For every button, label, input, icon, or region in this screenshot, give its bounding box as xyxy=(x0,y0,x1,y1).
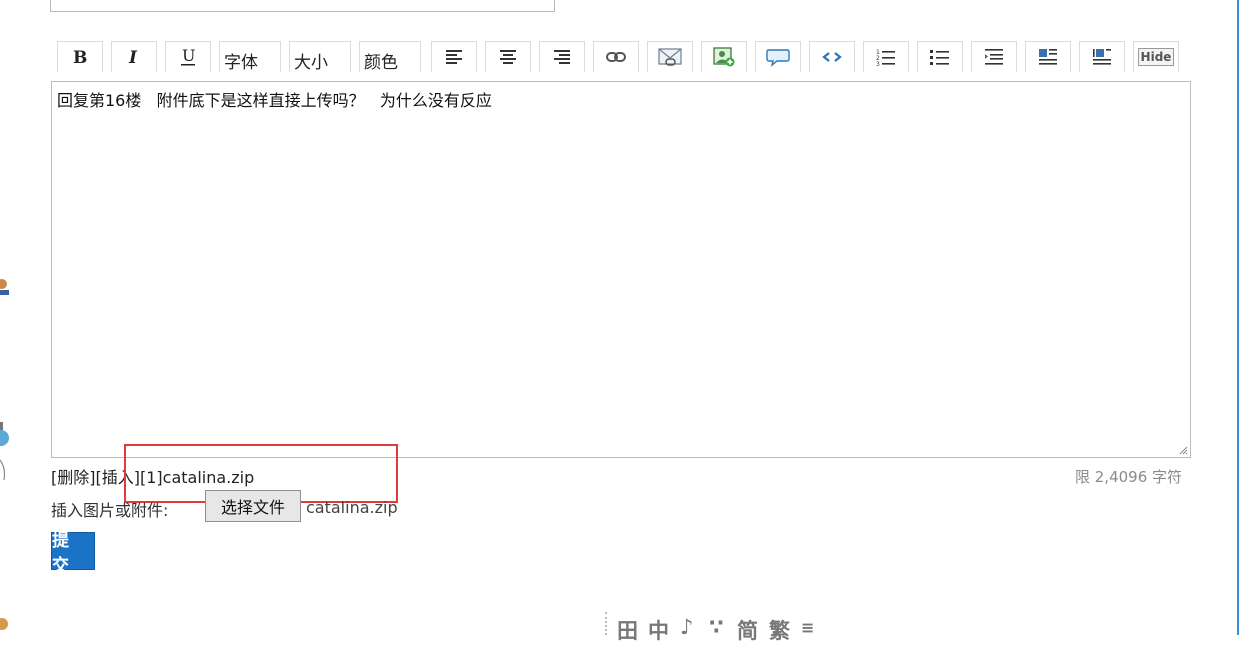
svg-text:I: I xyxy=(128,48,138,66)
float-right-button[interactable] xyxy=(1079,41,1125,72)
hide-button[interactable]: Hide xyxy=(1133,41,1179,72)
align-center-icon xyxy=(500,50,516,64)
align-center-button[interactable] xyxy=(485,41,531,72)
more-icon[interactable]: ≡ xyxy=(801,618,814,637)
unordered-list-icon xyxy=(930,50,949,65)
chinese-char-icon[interactable]: 中 xyxy=(648,615,669,645)
avatar-icon[interactable] xyxy=(0,410,10,480)
editor-content: 回复第16楼 附件底下是这样直接上传吗？ 为什么没有反应 xyxy=(57,91,492,110)
bold-button[interactable]: B xyxy=(57,41,103,72)
choose-file-button[interactable]: 选择文件 xyxy=(205,490,301,522)
align-left-button[interactable] xyxy=(431,41,477,72)
float-right-icon xyxy=(1093,49,1111,65)
submit-button[interactable]: 提 交 xyxy=(51,531,95,576)
table-icon[interactable]: 田 xyxy=(617,615,638,645)
float-left-icon xyxy=(1039,49,1057,65)
code-button[interactable] xyxy=(809,41,855,72)
email-button[interactable] xyxy=(647,41,693,72)
traditional-icon[interactable]: 繁 xyxy=(769,615,790,645)
color-label: 颜色 xyxy=(364,52,398,73)
upload-label: 插入图片或附件: xyxy=(51,501,169,520)
float-left-button[interactable] xyxy=(1025,41,1071,72)
char-limit-text: 限 2,4096 字符 xyxy=(1075,468,1183,486)
svg-text:U: U xyxy=(182,47,195,65)
page-right-border xyxy=(1237,0,1239,635)
title-input[interactable] xyxy=(50,0,555,12)
underline-button[interactable]: U xyxy=(165,41,211,72)
code-icon xyxy=(822,52,842,62)
link-icon xyxy=(606,52,626,62)
image-icon xyxy=(713,47,735,67)
underline-icon: U xyxy=(181,47,195,66)
resize-handle-icon[interactable] xyxy=(1178,445,1188,455)
bold-icon: B xyxy=(73,48,87,66)
align-left-icon xyxy=(446,50,462,64)
simplified-icon[interactable]: 简 xyxy=(737,615,758,645)
dots-icon[interactable]: ∵ xyxy=(709,615,724,639)
avatar-icon[interactable] xyxy=(0,276,10,298)
indent-button[interactable] xyxy=(971,41,1017,72)
quote-button[interactable] xyxy=(755,41,801,72)
link-button[interactable] xyxy=(593,41,639,72)
hide-icon: Hide xyxy=(1137,48,1175,66)
italic-button[interactable]: I xyxy=(111,41,157,72)
ordered-list-button[interactable]: 1 2 3 xyxy=(863,41,909,72)
align-right-icon xyxy=(554,50,570,64)
email-icon xyxy=(658,48,682,66)
image-button[interactable] xyxy=(701,41,747,72)
delete-attachment-link[interactable]: [删除] xyxy=(51,468,96,487)
italic-icon: I xyxy=(128,48,138,66)
font-select[interactable]: 字体 xyxy=(219,41,281,73)
font-label: 字体 xyxy=(224,52,258,73)
reply-textarea[interactable]: 回复第16楼 附件底下是这样直接上传吗？ 为什么没有反应 xyxy=(51,81,1191,458)
color-select[interactable]: 颜色 xyxy=(359,41,421,73)
quote-icon xyxy=(766,49,790,67)
unordered-list-button[interactable] xyxy=(917,41,963,72)
avatar-icon[interactable] xyxy=(0,612,10,635)
indent-icon xyxy=(985,49,1003,65)
align-right-button[interactable] xyxy=(539,41,585,72)
divider xyxy=(605,612,609,635)
svg-text:3: 3 xyxy=(876,61,880,66)
size-label: 大小 xyxy=(294,52,328,73)
chosen-file-name: catalina.zip xyxy=(306,498,398,517)
size-select[interactable]: 大小 xyxy=(289,41,351,73)
ordered-list-icon: 1 2 3 xyxy=(876,49,895,66)
svg-text:B: B xyxy=(73,48,87,66)
music-icon[interactable]: ♪ xyxy=(680,615,693,639)
